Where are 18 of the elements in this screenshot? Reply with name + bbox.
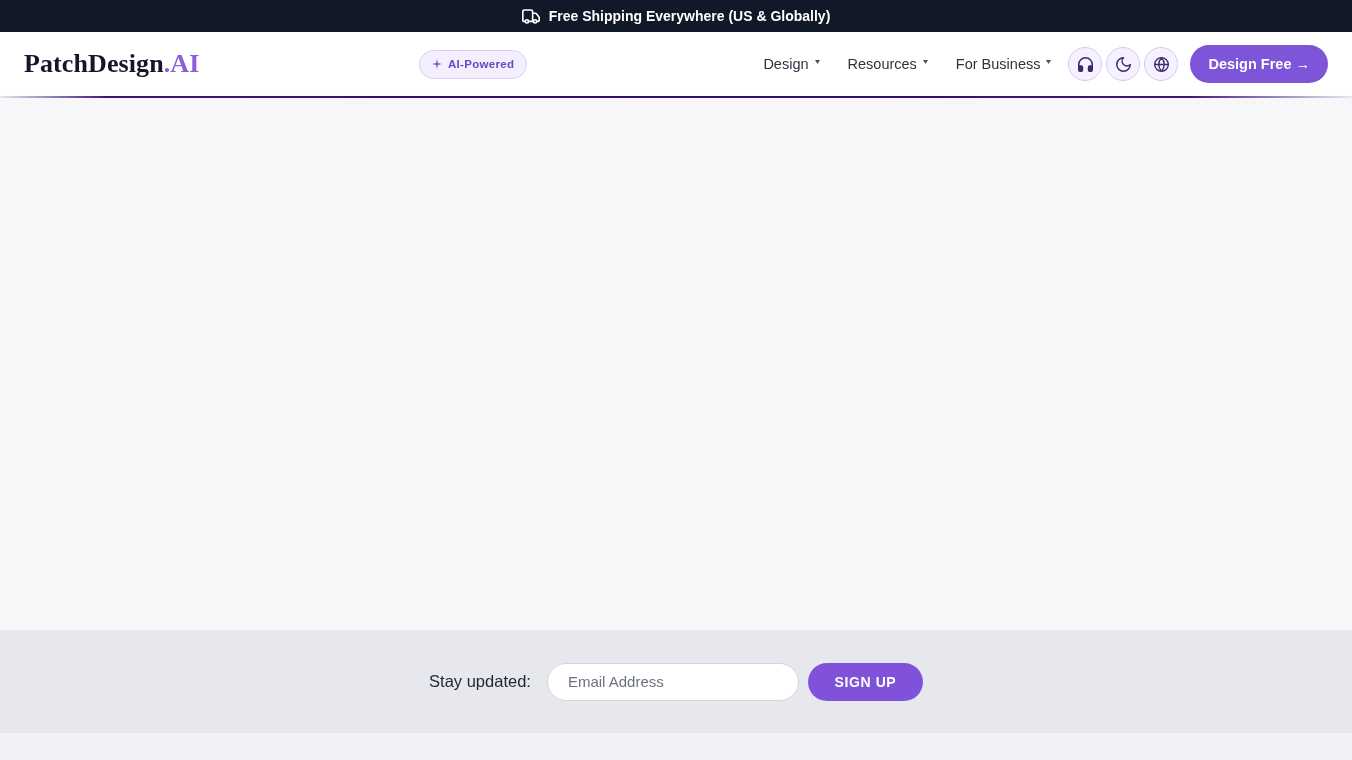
nav-menu-item[interactable]: Resources: [847, 56, 928, 72]
globe-icon: [1153, 56, 1169, 72]
email-field[interactable]: Email Address: [546, 662, 799, 701]
language-button[interactable]: [1144, 47, 1179, 81]
nav-menu-item[interactable]: Design: [763, 56, 820, 72]
design-free-button[interactable]: Design Free →: [1190, 45, 1328, 83]
logo-link[interactable]: PatchDesign.AI: [24, 49, 200, 79]
headset-icon: [1077, 56, 1093, 72]
truck-icon: [521, 8, 540, 24]
theme-toggle-button[interactable]: [1106, 47, 1141, 81]
sparkle-icon: [432, 59, 442, 69]
badge-text: AI-Powered: [448, 58, 515, 70]
support-button[interactable]: [1068, 47, 1103, 81]
newsletter-label: Stay updated:: [429, 672, 531, 691]
moon-icon: [1115, 56, 1131, 72]
nav-menu-item[interactable]: For Business: [955, 56, 1052, 72]
announcement-text: Free Shipping Everywhere (US & Globally): [548, 8, 831, 24]
sign-up-button[interactable]: SIGN UP: [807, 662, 923, 701]
